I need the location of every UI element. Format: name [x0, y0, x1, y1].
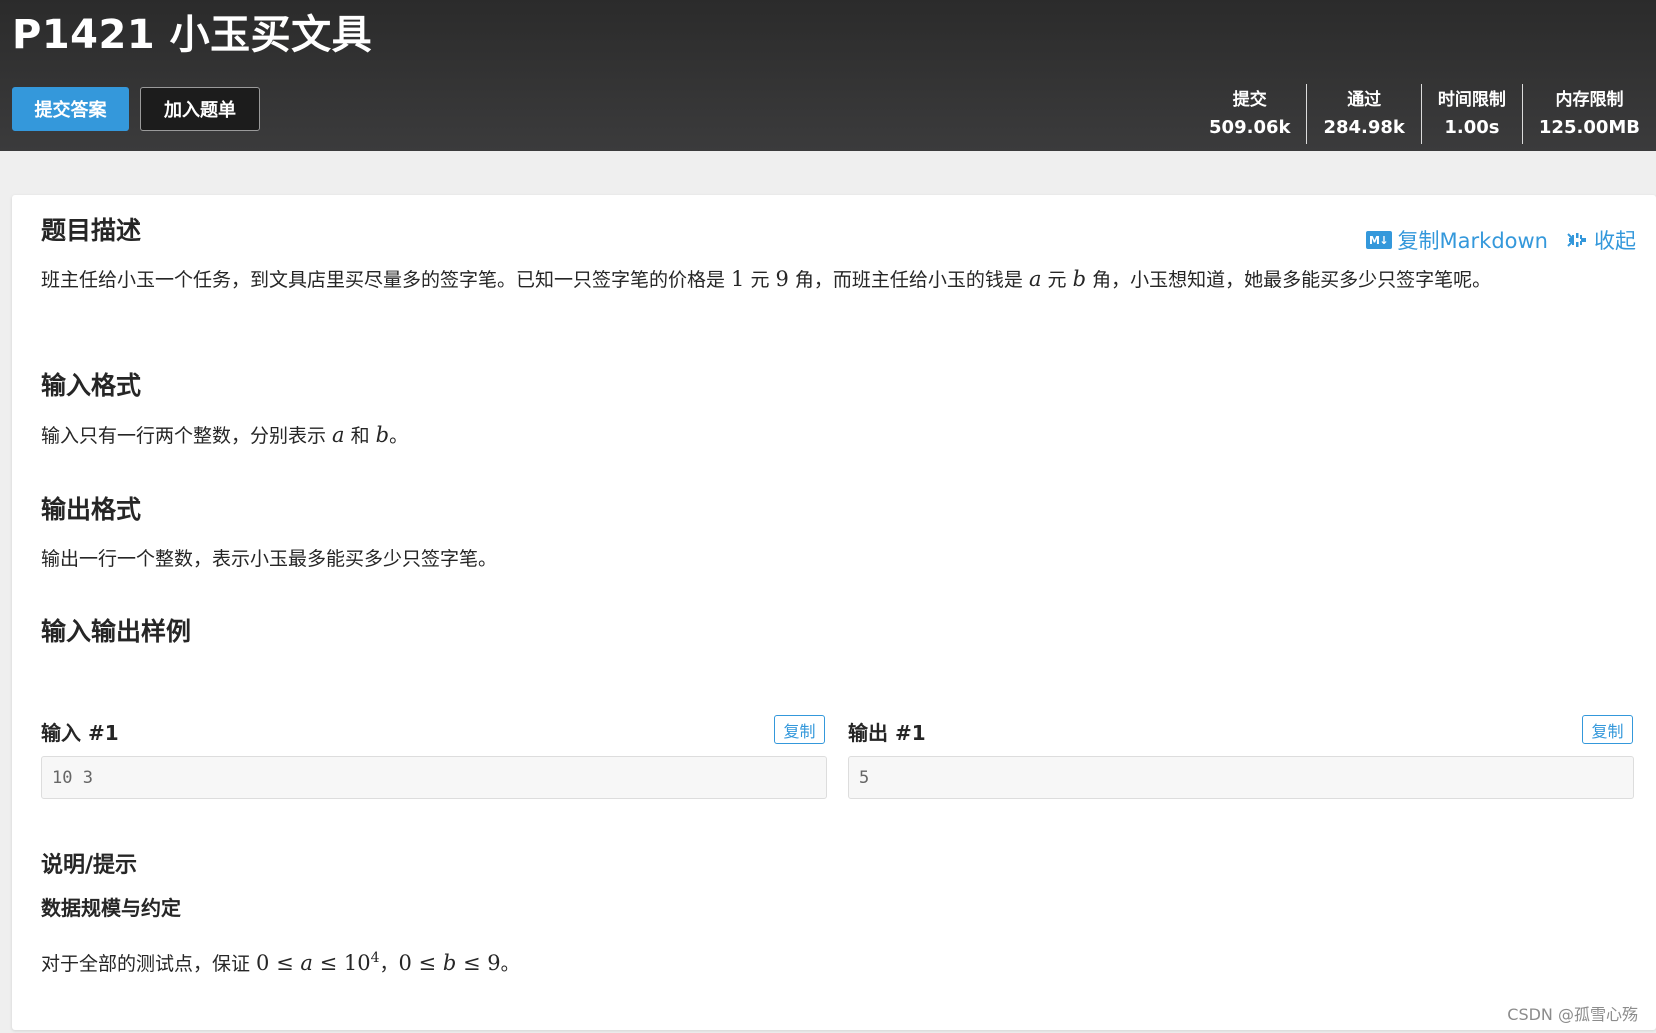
math-var-a: a: [300, 951, 313, 975]
stat-label: 时间限制: [1437, 90, 1506, 110]
stat-accepted: 通过 284.98k: [1306, 84, 1420, 144]
math-constraint-b: 0 ≤ b ≤ 9: [399, 951, 501, 975]
stat-label: 内存限制: [1555, 90, 1624, 110]
hint-text-part: ，: [379, 953, 399, 975]
sample-output-label: 输出 #1: [848, 721, 926, 745]
math-part: 0 ≤: [256, 951, 301, 975]
stat-label: 通过: [1347, 90, 1382, 110]
math-constraint-a: 0 ≤ a ≤ 104: [256, 950, 379, 975]
description-text-part: 班主任给小玉一个任务，到文具店里买尽量多的签字笔。已知一只签字笔的价格是: [41, 269, 732, 291]
collapse-button[interactable]: 收起: [1566, 225, 1636, 255]
output-format-text: 输出一行一个整数，表示小玉最多能买多少只签字笔。: [41, 548, 498, 570]
math-var-a: a: [1028, 267, 1042, 291]
collapse-icon: [1567, 233, 1586, 247]
markdown-icon: M↓: [1365, 231, 1392, 249]
description-heading: 题目描述: [41, 216, 142, 245]
stat-label: 提交: [1232, 90, 1267, 110]
stat-value: 284.98k: [1323, 117, 1405, 138]
problem-toolbar: M↓ 复制Markdown 收起: [1365, 225, 1636, 255]
csdn-watermark: CSDN @孤雪心殇: [1507, 1005, 1638, 1024]
stat-value: 125.00MB: [1538, 117, 1640, 138]
stat-value: 1.00s: [1444, 117, 1500, 138]
description-text-part: 角，而班主任给小玉的钱是: [788, 269, 1029, 291]
copy-sample-output-button[interactable]: 复制: [1582, 715, 1633, 744]
description-text: 班主任给小玉一个任务，到文具店里买尽量多的签字笔。已知一只签字笔的价格是 1 元…: [41, 262, 1627, 298]
math-part: 0 ≤: [398, 951, 443, 975]
math-part: ≤ 10: [312, 951, 371, 975]
input-format-text: 输入只有一行两个整数，分别表示 a 和 b。: [41, 418, 1627, 454]
hint-heading: 说明/提示: [41, 853, 138, 878]
stat-time-limit: 时间限制 1.00s: [1420, 84, 1522, 144]
stat-value: 509.06k: [1209, 117, 1291, 138]
sample-input-label: 输入 #1: [41, 721, 119, 745]
submit-answer-button[interactable]: 提交答案: [12, 87, 129, 131]
hint-constraints-text: 对于全部的测试点，保证 0 ≤ a ≤ 104，0 ≤ b ≤ 9。: [41, 941, 1627, 982]
math-var-b: b: [375, 423, 390, 447]
samples-heading: 输入输出样例: [41, 617, 192, 646]
problem-card: M↓ 复制Markdown 收起 题目描述 班主任给小玉一个任务，到文具店里买尽…: [12, 195, 1656, 1030]
add-to-problem-list-button[interactable]: 加入题单: [140, 87, 260, 131]
input-format-text-part: 输入只有一行两个整数，分别表示: [41, 425, 333, 447]
math-price-jiao: 9: [775, 267, 789, 291]
math-var-a: a: [332, 423, 345, 447]
hint-subheading: 数据规模与约定: [41, 896, 181, 920]
collapse-label: 收起: [1594, 229, 1636, 253]
math-part: ≤ 9: [456, 951, 501, 975]
input-format-text-part: 和: [344, 425, 376, 447]
stat-submissions: 提交 509.06k: [1193, 84, 1306, 144]
description-text-part: 元: [1041, 269, 1073, 291]
input-format-heading: 输入格式: [41, 371, 142, 400]
description-text-part: 元: [744, 269, 776, 291]
stat-memory-limit: 内存限制 125.00MB: [1521, 84, 1656, 144]
hint-text-part: 。: [500, 953, 520, 975]
sample-output-box[interactable]: 5: [848, 756, 1634, 799]
copy-markdown-label: 复制Markdown: [1397, 229, 1548, 253]
sample-input-box[interactable]: 10 3: [41, 756, 827, 799]
math-var-b: b: [442, 951, 457, 975]
problem-title: P1421 小玉买文具: [12, 12, 373, 58]
output-format-heading: 输出格式: [41, 495, 142, 524]
copy-sample-input-button[interactable]: 复制: [774, 715, 825, 744]
input-format-text-part: 。: [389, 425, 409, 447]
copy-markdown-button[interactable]: M↓ 复制Markdown: [1365, 225, 1548, 255]
math-var-b: b: [1072, 267, 1087, 291]
hint-text-part: 对于全部的测试点，保证: [41, 953, 257, 975]
problem-stats: 提交 509.06k 通过 284.98k 时间限制 1.00s 内存限制 12…: [1193, 84, 1656, 144]
problem-header: P1421 小玉买文具 提交答案 加入题单 提交 509.06k 通过 284.…: [0, 0, 1656, 151]
math-price-yuan: 1: [731, 267, 745, 291]
description-text-part: 角，小玉想知道，她最多能买多少只签字笔呢。: [1086, 269, 1492, 291]
